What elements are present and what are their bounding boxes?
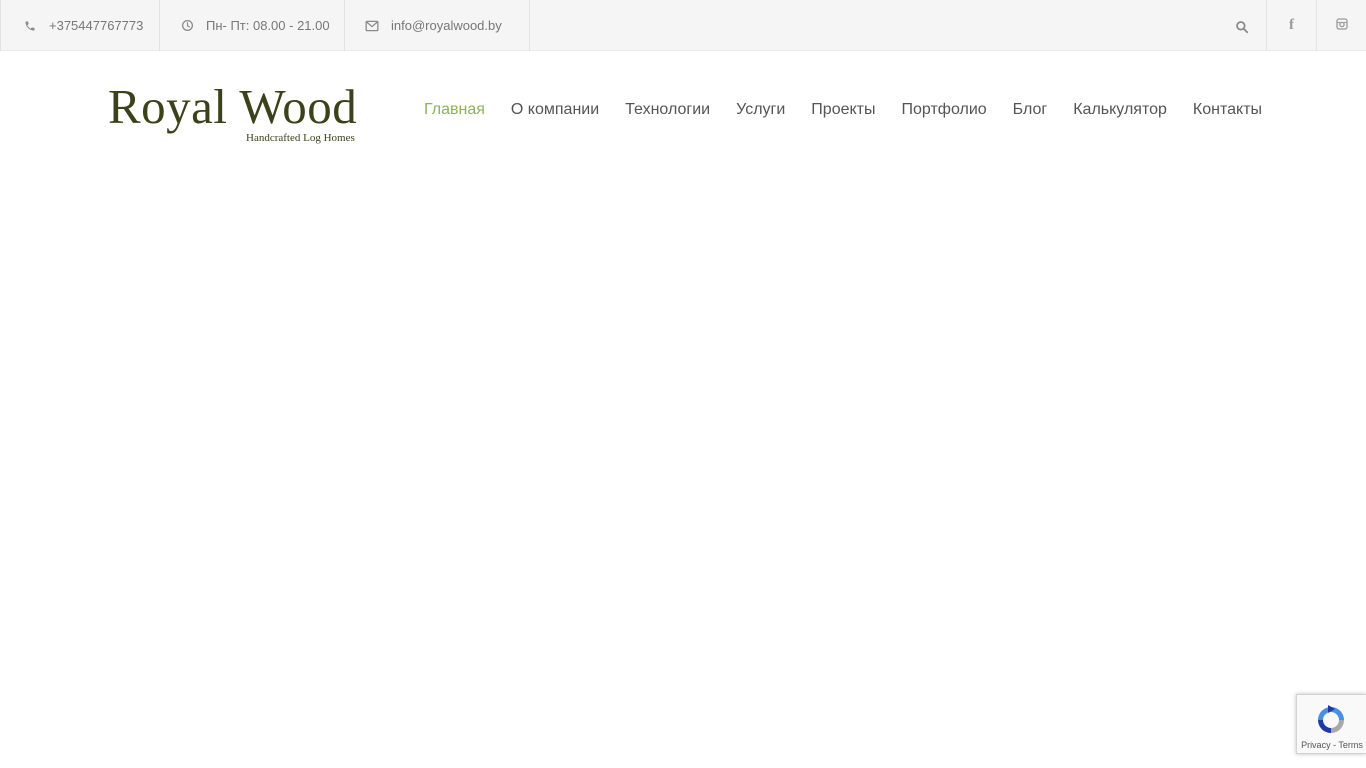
top-bar: +375447767773 Пн- Пт: 08.00 - 21.00 info… [0,0,1366,51]
nav-item-projects[interactable]: Проекты [811,101,875,119]
topbar-email-text: info@royalwood.by [391,18,502,33]
clock-icon [180,19,194,33]
facebook-link[interactable]: f [1266,0,1316,51]
logo-title: Royal Wood [108,79,358,134]
nav-item-technologies[interactable]: Технологии [625,101,710,119]
instagram-icon [1335,17,1348,35]
topbar-phone-text: +375447767773 [49,18,144,33]
topbar-phone[interactable]: +375447767773 [0,0,160,51]
facebook-icon: f [1289,17,1294,33]
nav-item-contacts[interactable]: Контакты [1193,101,1262,119]
logo-subtitle: Handcrafted Log Homes [246,132,355,144]
recaptcha-privacy-link[interactable]: Privacy [1301,740,1331,750]
recaptcha-icon [1314,703,1348,737]
nav-item-services[interactable]: Услуги [736,101,785,119]
topbar-email[interactable]: info@royalwood.by [345,0,530,51]
topbar-hours-text: Пн- Пт: 08.00 - 21.00 [206,18,330,33]
search-button[interactable] [1231,18,1253,40]
recaptcha-badge[interactable]: Privacy - Terms [1296,694,1366,754]
main-nav: Главная О компании Технологии Услуги Про… [424,101,1262,119]
nav-item-about[interactable]: О компании [511,101,599,119]
instagram-link[interactable] [1316,0,1366,51]
nav-item-calculator[interactable]: Калькулятор [1073,101,1167,119]
envelope-icon [365,19,379,33]
phone-icon [23,19,37,33]
nav-item-portfolio[interactable]: Портфолио [902,101,987,119]
recaptcha-links: Privacy - Terms [1297,740,1366,750]
search-icon [1235,20,1249,39]
nav-item-home[interactable]: Главная [424,101,485,119]
nav-item-blog[interactable]: Блог [1013,101,1048,119]
topbar-hours: Пн- Пт: 08.00 - 21.00 [160,0,345,51]
site-logo[interactable]: Royal Wood Handcrafted Log Homes [108,82,368,152]
recaptcha-terms-link[interactable]: Terms [1338,740,1363,750]
